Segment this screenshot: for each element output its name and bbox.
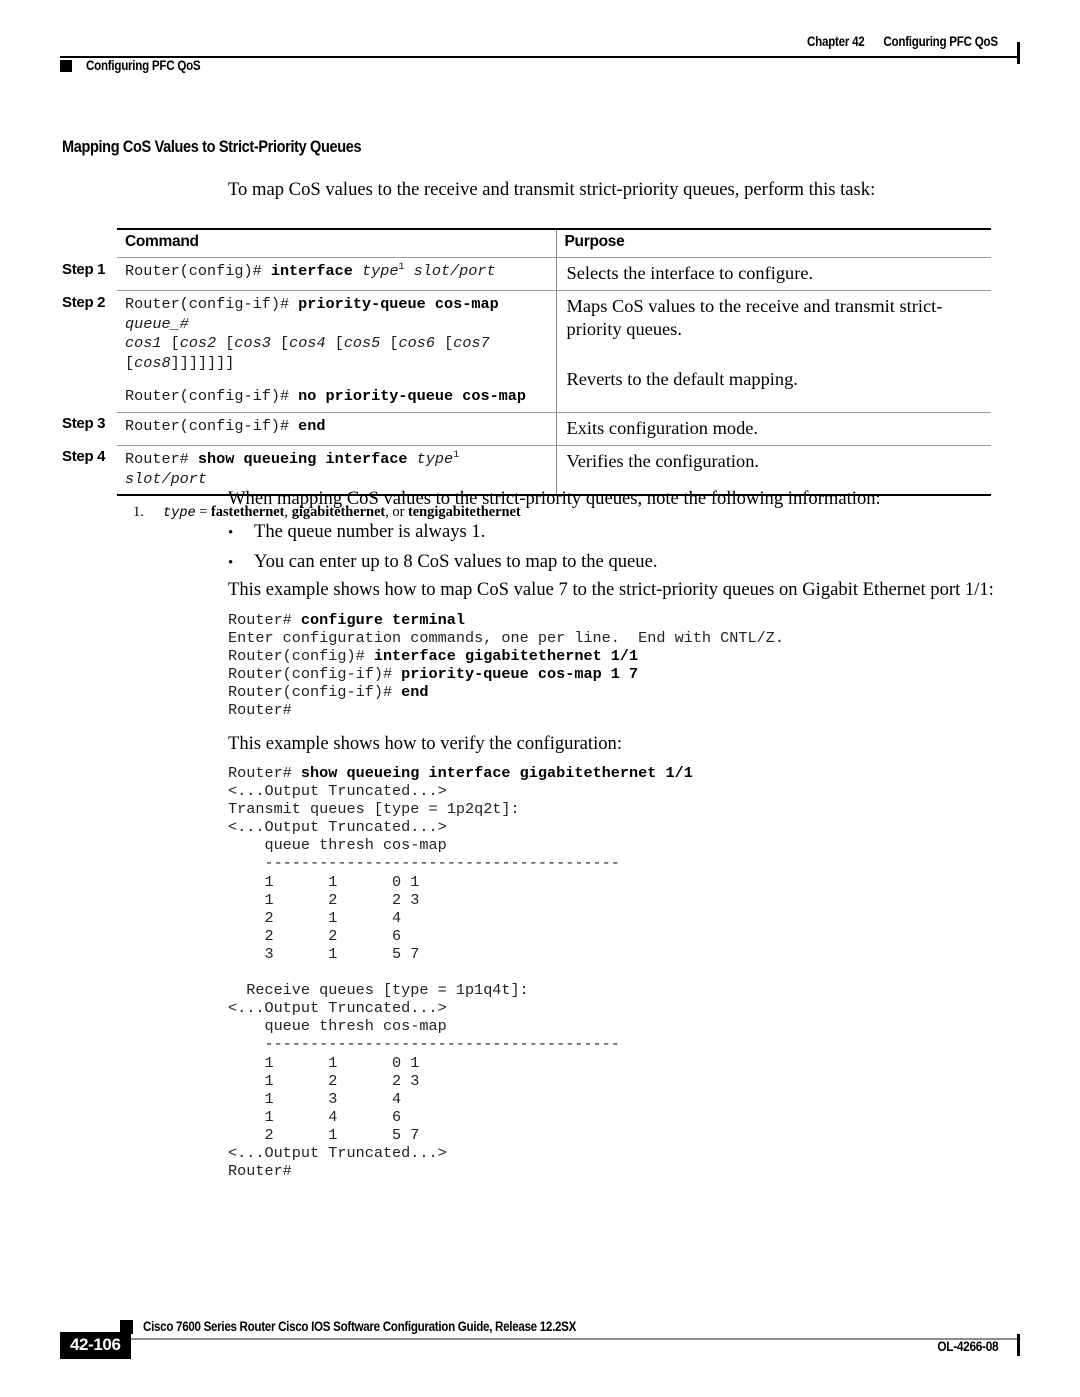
list-item-label: You can enter up to 8 CoS values to map … <box>254 551 658 572</box>
footer-rule <box>120 1338 1020 1340</box>
header-end-tick <box>1017 42 1020 64</box>
command-syntax: Router(config)# interface type1 slot/por… <box>125 261 496 280</box>
column-header-purpose: Purpose <box>555 228 991 258</box>
header-left-title: Configuring PFC QoS <box>86 58 201 73</box>
table-cell-command: Router(config-if)# end <box>117 412 556 446</box>
page-title: Mapping CoS Values to Strict-Priority Qu… <box>62 138 362 156</box>
table-cell-command: Router(config)# interface type1 slot/por… <box>117 257 556 291</box>
command-syntax: Router(config-if)# no priority-queue cos… <box>125 387 527 406</box>
step-label: Step 2 <box>62 293 106 311</box>
step-label: Step 4 <box>62 448 106 466</box>
bullet-dot-icon: • <box>228 555 234 571</box>
footnote-number: 1. <box>133 504 144 520</box>
footer-end-tick <box>1017 1334 1020 1356</box>
table-row: Router(config-if)# end Exits configuratio… <box>117 412 991 446</box>
bullet-dot-icon: • <box>228 525 234 541</box>
list-item: • The queue number is always 1. <box>228 520 485 545</box>
example-one-code-block: Router# configure terminal Enter configu… <box>228 611 784 720</box>
table-cell-command: Router(config-if)# no priority-queue cos… <box>117 375 556 413</box>
table-cell-command: Router(config-if)# priority-queue cos-ma… <box>117 291 556 376</box>
table-row: Router(config)# interface type1 slot/por… <box>117 257 991 291</box>
page-running-footer: Cisco 7600 Series Router Cisco IOS Softw… <box>60 1319 1020 1380</box>
page-number-badge: 42-106 <box>60 1332 131 1359</box>
example-one-intro: This example shows how to map CoS value … <box>228 579 994 600</box>
column-header-command: Command <box>117 228 556 258</box>
header-chapter-reference: Chapter 42 Configuring PFC QoS <box>807 34 998 49</box>
header-chapter-number: Chapter 42 <box>807 34 865 49</box>
step-label: Step 3 <box>62 415 106 433</box>
footer-guide-title: Cisco 7600 Series Router Cisco IOS Softw… <box>143 1319 577 1334</box>
table-cell-purpose: Exits configuration mode. <box>555 412 991 446</box>
command-syntax: Router(config-if)# priority-queue cos-ma… <box>125 295 499 372</box>
table-cell-purpose: Maps CoS values to the receive and trans… <box>555 290 991 413</box>
list-item: • You can enter up to 8 CoS values to map… <box>228 550 658 575</box>
header-bullet-square-icon <box>60 60 72 72</box>
command-syntax: Router(config-if)# end <box>125 416 326 435</box>
notes-intro-paragraph: When mapping CoS values to the strict-pr… <box>228 488 881 509</box>
table-cell-purpose: Selects the interface to configure. <box>555 257 991 291</box>
header-rule <box>60 56 1020 59</box>
task-table: Command Purpose Router(config)# interfac… <box>117 228 991 497</box>
command-syntax: Router# show queueing interface type1 sl… <box>125 449 460 488</box>
step-label: Step 1 <box>62 260 106 278</box>
list-item-label: The queue number is always 1. <box>254 521 486 542</box>
table-cell-purpose-secondary: Reverts to the default mapping. <box>566 369 798 389</box>
example-two-code-block: Router# show queueing interface gigabite… <box>228 764 693 1181</box>
document-number: OL-4266-08 <box>937 1339 998 1354</box>
table-header-row: Command Purpose <box>117 228 991 258</box>
header-chapter-title: Configuring PFC QoS <box>883 34 999 49</box>
example-two-intro: This example shows how to verify the con… <box>228 733 623 754</box>
table-row: Router(config-if)# priority-queue cos-ma… <box>117 290 991 413</box>
page-running-header: Chapter 42 Configuring PFC QoS Configurin… <box>60 34 1020 74</box>
section-intro-paragraph: To map CoS values to the receive and tra… <box>228 179 876 200</box>
